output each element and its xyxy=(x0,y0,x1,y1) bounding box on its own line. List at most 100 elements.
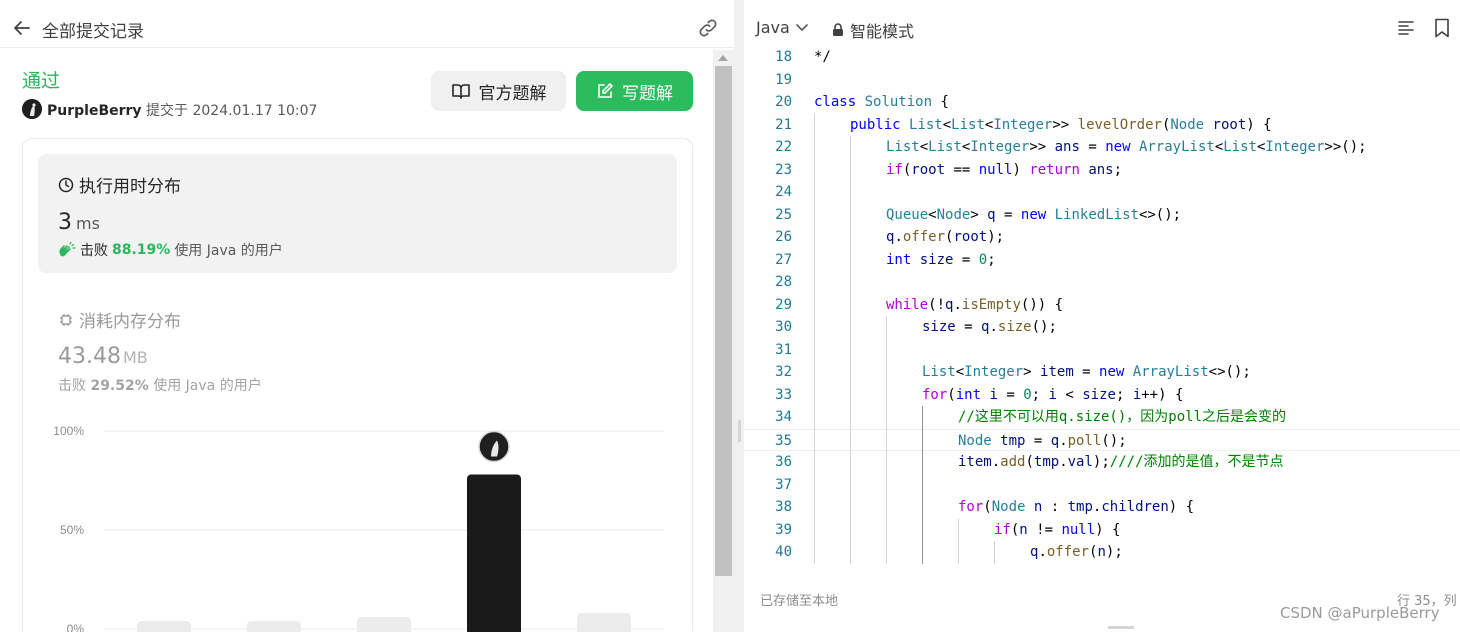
code-text: Node tmp = q.poll(); xyxy=(958,432,1127,449)
write-solution-button[interactable]: 写题解 xyxy=(576,71,693,111)
write-solution-label: 写题解 xyxy=(622,83,673,104)
official-solution-button[interactable]: 官方题解 xyxy=(431,71,566,111)
code-text: for(Node n : tmp.children) { xyxy=(958,499,1195,515)
scroll-up-arrow-icon[interactable] xyxy=(718,55,728,61)
code-editor[interactable]: 18 */ 19 20 class Solution { 21 public List<Li… xyxy=(744,46,1460,566)
line-number: 38 xyxy=(775,499,792,515)
app-root: 全部提交记录 通过 PurpleBerry 提交于 2024.01.17 10:… xyxy=(0,0,1460,632)
status-accepted: 通过 xyxy=(22,70,61,92)
code-line-current[interactable]: 35 Node tmp = q.poll(); xyxy=(744,428,1460,451)
code-line[interactable]: 40 q.offer(n); xyxy=(744,541,1460,564)
code-line[interactable]: 20 class Solution { xyxy=(744,91,1460,114)
chart-y-tick-label: 100% xyxy=(53,424,84,438)
line-number: 27 xyxy=(775,251,792,268)
line-number: 33 xyxy=(775,386,792,403)
chevron-down-icon xyxy=(795,23,808,31)
code-text: class Solution { xyxy=(814,94,949,110)
runtime-title-text: 执行用时分布 xyxy=(79,177,181,197)
code-text: if(n != null) { xyxy=(994,521,1121,538)
submitted-time: 2024.01.17 10:07 xyxy=(192,103,318,119)
back-arrow-icon[interactable] xyxy=(12,18,32,38)
code-line[interactable]: 25 Queue<Node> q = new LinkedList<>(); xyxy=(744,204,1460,227)
panel-splitter[interactable] xyxy=(734,0,744,632)
code-line[interactable]: 33 for(int i = 0; i < size; i++) { xyxy=(744,384,1460,407)
code-line[interactable]: 37 xyxy=(744,474,1460,497)
code-line[interactable]: 36 item.add(tmp.val);////添加的是值，不是节点 xyxy=(744,451,1460,474)
code-line[interactable]: 28 xyxy=(744,271,1460,294)
watermark: CSDN @aPurpleBerry xyxy=(1280,604,1440,622)
console-resize-handle[interactable] xyxy=(1108,626,1134,629)
line-number: 21 xyxy=(775,116,792,133)
code-line[interactable]: 32 List<Integer> item = new ArrayList<>()… xyxy=(744,361,1460,384)
code-line[interactable]: 30 size = q.size(); xyxy=(744,316,1460,339)
memory-beat-percent: 29.52% xyxy=(90,378,149,394)
book-icon xyxy=(451,84,470,99)
line-number: 39 xyxy=(775,521,792,538)
lock-icon xyxy=(833,23,843,36)
line-number: 28 xyxy=(775,274,792,290)
code-line[interactable]: 21 public List<List<Integer>> levelOrder(… xyxy=(744,114,1460,137)
code-line[interactable]: 38 for(Node n : tmp.children) { xyxy=(744,496,1460,519)
smart-mode-indicator[interactable]: 智能模式 xyxy=(832,18,914,42)
code-text: int size = 0; xyxy=(886,251,996,268)
line-number: 35 xyxy=(775,432,792,449)
line-number: 20 xyxy=(775,94,792,110)
runtime-title: 执行用时分布 xyxy=(58,172,181,197)
line-number: 29 xyxy=(775,296,792,313)
language-select[interactable]: Java xyxy=(756,18,808,37)
code-line[interactable]: 18 */ xyxy=(744,46,1460,69)
code-line[interactable]: 34 //这里不可以用q.size()，因为poll之后是会变的 xyxy=(744,406,1460,429)
line-number: 26 xyxy=(775,229,792,245)
submitter-name[interactable]: PurpleBerry xyxy=(47,103,142,119)
code-line[interactable]: 31 xyxy=(744,339,1460,362)
memory-unit: MB xyxy=(122,348,148,367)
memory-title[interactable]: 消耗内存分布 xyxy=(58,307,181,332)
chart-bar[interactable] xyxy=(137,621,191,632)
code-line[interactable]: 24 xyxy=(744,181,1460,204)
code-line[interactable]: 29 while(!q.isEmpty()) { xyxy=(744,294,1460,317)
chart-y-tick-label: 0% xyxy=(67,622,85,632)
user-avatar[interactable] xyxy=(22,99,42,119)
smart-mode-label: 智能模式 xyxy=(850,22,915,41)
chart-avatar-icon xyxy=(478,430,510,463)
chart-bar[interactable] xyxy=(357,617,411,632)
runtime-value: 3 ms xyxy=(58,210,100,235)
code-text: //这里不可以用q.size()，因为poll之后是会变的 xyxy=(958,409,1287,425)
code-text: for(int i = 0; i < size; i++) { xyxy=(922,386,1184,403)
editor-status-bar xyxy=(744,566,1460,632)
all-submissions-link[interactable]: 全部提交记录 xyxy=(42,17,144,42)
avatar-image-icon xyxy=(22,99,42,119)
runtime-distribution-chart: 100% 50% 0% xyxy=(53,424,664,632)
submission-header: 全部提交记录 xyxy=(0,8,734,48)
submitter-line: PurpleBerry 提交于 2024.01.17 10:07 xyxy=(47,100,317,120)
indent-guide xyxy=(958,518,959,564)
code-line[interactable]: 23 if(root == null) return ans; xyxy=(744,159,1460,182)
line-number: 31 xyxy=(775,341,792,358)
left-scrollbar-thumb[interactable] xyxy=(715,66,732,576)
code-line[interactable]: 19 xyxy=(744,69,1460,92)
splitter-handle[interactable] xyxy=(738,420,741,442)
indent-guide xyxy=(994,541,995,564)
code-line[interactable]: 26 q.offer(root); xyxy=(744,226,1460,249)
memory-value: 43.48 MB xyxy=(58,344,148,369)
line-number: 32 xyxy=(775,364,792,380)
line-number: 36 xyxy=(775,454,792,470)
clock-icon xyxy=(58,177,74,192)
chart-bar[interactable] xyxy=(577,613,631,632)
language-label: Java xyxy=(756,18,790,37)
chart-bar[interactable] xyxy=(247,621,301,632)
code-line[interactable]: 22 List<List<Integer>> ans = new ArrayLis… xyxy=(744,136,1460,159)
code-text: if(root == null) return ans; xyxy=(886,161,1123,178)
line-number: 25 xyxy=(775,206,792,223)
code-line[interactable]: 39 if(n != null) { xyxy=(744,519,1460,542)
format-code-icon[interactable] xyxy=(1397,19,1415,37)
code-line[interactable]: 27 int size = 0; xyxy=(744,249,1460,272)
bookmark-icon[interactable] xyxy=(1434,18,1450,38)
code-text: Queue<Node> q = new LinkedList<>(); xyxy=(886,206,1182,223)
edit-icon xyxy=(598,83,613,98)
chart-bar-current[interactable] xyxy=(467,474,521,632)
official-solution-label: 官方题解 xyxy=(478,83,547,104)
code-text: item.add(tmp.val);////添加的是值，不是节点 xyxy=(958,454,1284,470)
link-icon[interactable] xyxy=(697,17,719,39)
line-number: 23 xyxy=(775,161,792,178)
